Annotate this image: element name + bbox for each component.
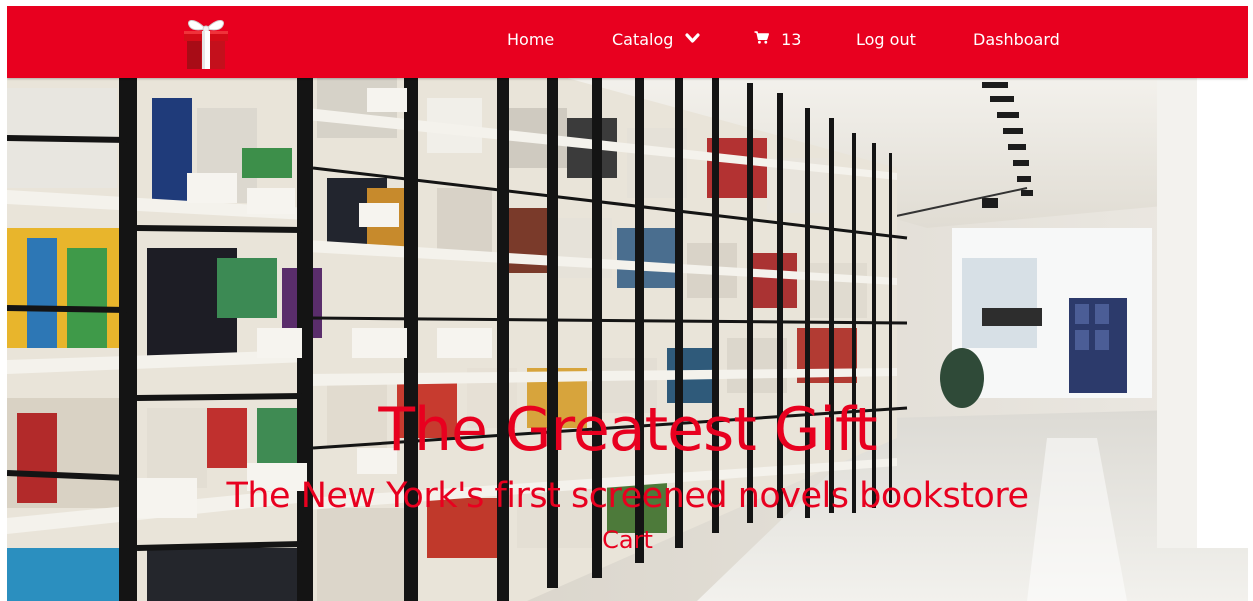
cart-count: 13 [781, 30, 802, 49]
hero-cart-link-wrapper: Cart [7, 525, 1248, 555]
hero-banner: The Greatest Gift The New York's first s… [7, 78, 1248, 601]
top-navbar: Home Catalog 13 Log out Dashboard [7, 6, 1248, 78]
nav-cart-link[interactable]: 13 [754, 6, 801, 78]
nav-catalog-dropdown[interactable]: Catalog [612, 6, 700, 78]
library-bookshelves-photo [7, 78, 1248, 601]
nav-home-label: Home [507, 30, 555, 49]
gift-box-icon[interactable] [179, 12, 233, 72]
nav-dashboard-label: Dashboard [973, 30, 1060, 49]
shopping-cart-icon [754, 6, 769, 73]
hero-subtitle: The New York's first screened novels boo… [226, 476, 1029, 516]
hero-title: The Greatest Gift [378, 395, 877, 465]
chevron-down-icon [684, 6, 700, 73]
nav-dashboard-link[interactable]: Dashboard [973, 6, 1060, 78]
page-frame: Home Catalog 13 Log out Dashboard The Gr… [7, 6, 1248, 601]
nav-home-link[interactable]: Home [507, 6, 554, 78]
nav-logout-label: Log out [856, 30, 916, 49]
nav-logout-link[interactable]: Log out [856, 6, 916, 78]
nav-catalog-label: Catalog [612, 30, 674, 49]
hero-cart-link[interactable]: Cart [602, 526, 653, 554]
